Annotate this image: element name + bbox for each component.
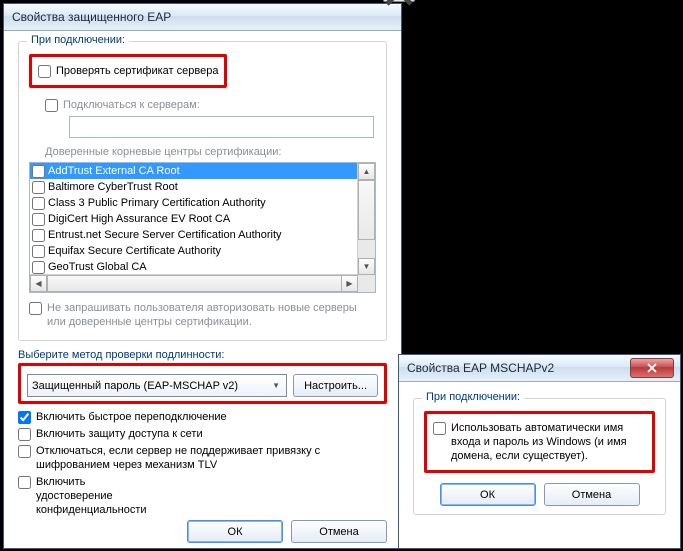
group-legend: При подключении:	[422, 391, 524, 403]
scroll-left-icon[interactable]: ◀	[30, 275, 47, 292]
chevron-down-icon[interactable]: ▼	[268, 377, 284, 394]
group-legend: При подключении:	[27, 34, 129, 46]
close-icon[interactable]	[383, 0, 415, 2]
nap-input[interactable]	[18, 428, 31, 441]
ok-button[interactable]: ОК	[440, 483, 536, 506]
window-title: Свойства EAP MSCHAPv2	[407, 361, 554, 375]
ok-button[interactable]: ОК	[187, 520, 283, 543]
cancel-button[interactable]: Отмена	[544, 483, 640, 506]
titlebar[interactable]: Свойства защищенного EAP	[4, 4, 401, 31]
highlight-auto-cred: Использовать автоматически имя входа и п…	[424, 411, 655, 473]
list-item-label: Baltimore CyberTrust Root	[48, 181, 178, 193]
highlight-validate-cert: Проверять сертификат сервера	[29, 54, 227, 88]
list-item-label: GeoTrust Global CA	[48, 261, 147, 273]
fast-reconnect-input[interactable]	[18, 411, 31, 424]
list-item[interactable]: Class 3 Public Primary Certification Aut…	[30, 195, 375, 211]
auth-method-combo[interactable]: Защищенный пароль (EAP-MSCHAP v2) ▼	[27, 374, 287, 397]
list-item[interactable]: Baltimore CyberTrust Root	[30, 179, 375, 195]
tlv-label: Отключаться, если сервер не поддерживает…	[36, 444, 366, 472]
list-item[interactable]: Entrust.net Secure Server Certification …	[30, 227, 375, 243]
list-item-checkbox[interactable]	[32, 245, 45, 258]
fast-reconnect-checkbox[interactable]: Включить быстрое переподключение	[18, 410, 387, 424]
list-item-label: AddTrust External CA Root	[48, 165, 180, 177]
scrollbar-horizontal[interactable]: ◀ ▶	[30, 274, 358, 292]
list-item[interactable]: AddTrust External CA Root	[30, 163, 375, 179]
auth-method-value: Защищенный пароль (EAP-MSCHAP v2)	[32, 380, 238, 392]
tlv-checkbox[interactable]: Отключаться, если сервер не поддерживает…	[18, 444, 387, 472]
list-item[interactable]: DigiCert High Assurance EV Root CA	[30, 211, 375, 227]
scroll-down-icon[interactable]: ▼	[358, 258, 375, 275]
validate-cert-label: Проверять сертификат сервера	[56, 64, 218, 78]
servers-textfield[interactable]	[69, 116, 374, 138]
list-item-checkbox[interactable]	[32, 261, 45, 274]
no-prompt-checkbox[interactable]: Не запрашивать пользователя авторизовать…	[29, 301, 376, 329]
list-item-label: Equifax Secure Certificate Authority	[48, 245, 221, 257]
connection-group: При подключении: Проверять сертификат се…	[18, 41, 387, 341]
scroll-thumb-h[interactable]	[47, 275, 349, 292]
list-item-checkbox[interactable]	[32, 165, 45, 178]
validate-cert-input[interactable]	[38, 65, 51, 78]
scroll-right-icon[interactable]: ▶	[341, 275, 358, 292]
trusted-ca-label: Доверенные корневые центры сертификации:	[45, 146, 376, 158]
configure-button[interactable]: Настроить...	[293, 374, 378, 397]
idpriv-checkbox[interactable]: Включить удостоверение конфиденциальност…	[18, 475, 387, 517]
auto-cred-checkbox[interactable]: Использовать автоматически имя входа и п…	[433, 421, 646, 463]
list-item-label: Entrust.net Secure Server Certification …	[48, 229, 282, 241]
peap-properties-window: Свойства защищенного EAP При подключении…	[3, 3, 402, 549]
no-prompt-label: Не запрашивать пользователя авторизовать…	[47, 301, 367, 329]
list-item-checkbox[interactable]	[32, 181, 45, 194]
list-item-label: Class 3 Public Primary Certification Aut…	[48, 197, 266, 209]
cancel-button[interactable]: Отмена	[291, 520, 387, 543]
connection-group: При подключении: Использовать автоматиче…	[413, 398, 666, 515]
titlebar[interactable]: Свойства EAP MSCHAPv2	[399, 355, 680, 382]
mschapv2-properties-window: Свойства EAP MSCHAPv2 При подключении: И…	[398, 354, 681, 549]
auth-method-label: Выберите метод проверки подлинности:	[18, 349, 387, 361]
nap-checkbox[interactable]: Включить защиту доступа к сети	[18, 427, 387, 441]
idpriv-input[interactable]	[18, 476, 31, 489]
list-item-checkbox[interactable]	[32, 197, 45, 210]
idpriv-label: Включить удостоверение конфиденциальност…	[36, 475, 156, 517]
list-item[interactable]: GeoTrust Global CA	[30, 259, 375, 275]
fast-reconnect-label: Включить быстрое переподключение	[36, 410, 227, 424]
close-icon[interactable]	[630, 358, 674, 378]
auto-cred-label: Использовать автоматически имя входа и п…	[451, 421, 646, 463]
list-item-checkbox[interactable]	[32, 229, 45, 242]
trusted-ca-listbox[interactable]: AddTrust External CA Root Baltimore Cyber…	[29, 162, 376, 293]
highlight-auth-row: Защищенный пароль (EAP-MSCHAP v2) ▼ Наст…	[18, 363, 387, 404]
connect-servers-input[interactable]	[45, 99, 58, 112]
list-item-checkbox[interactable]	[32, 213, 45, 226]
scroll-up-icon[interactable]: ▲	[358, 163, 375, 180]
connect-servers-checkbox[interactable]: Подключаться к серверам:	[45, 98, 376, 112]
scrollbar-vertical[interactable]: ▲ ▼	[357, 163, 375, 275]
validate-cert-checkbox[interactable]: Проверять сертификат сервера	[38, 64, 218, 78]
connect-servers-label: Подключаться к серверам:	[63, 98, 200, 112]
list-item[interactable]: Equifax Secure Certificate Authority	[30, 243, 375, 259]
scroll-corner	[358, 275, 375, 292]
window-title: Свойства защищенного EAP	[12, 10, 171, 24]
no-prompt-input[interactable]	[29, 302, 42, 315]
tlv-input[interactable]	[18, 445, 31, 458]
list-item-label: DigiCert High Assurance EV Root CA	[48, 213, 230, 225]
scroll-thumb-v[interactable]	[358, 180, 375, 240]
nap-label: Включить защиту доступа к сети	[36, 427, 203, 441]
auto-cred-input[interactable]	[433, 422, 446, 435]
